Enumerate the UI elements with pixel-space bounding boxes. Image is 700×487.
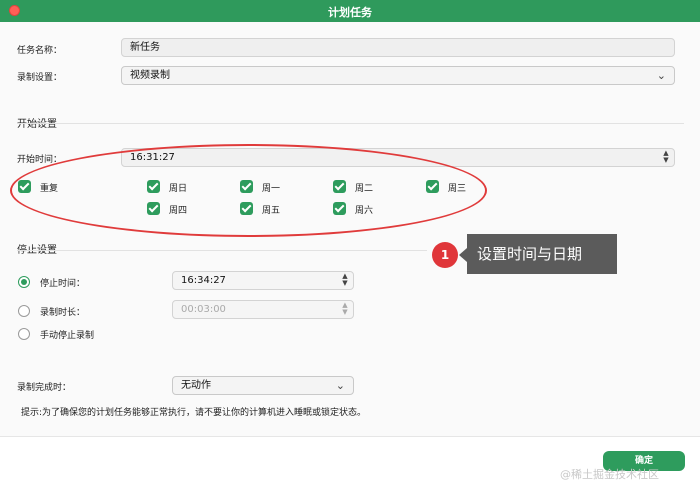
- task-name-input[interactable]: 新任务: [121, 38, 675, 57]
- day-label-sun: 周日: [169, 184, 188, 194]
- duration-label: 录制时长：: [40, 308, 86, 318]
- divider: [17, 250, 427, 251]
- stepper-down-icon[interactable]: ▼: [662, 157, 670, 164]
- record-setting-label: 录制设置：: [17, 73, 63, 83]
- repeat-label: 重复: [40, 184, 59, 194]
- duration-value: 00:03:00: [181, 304, 226, 315]
- day-label-fri: 周五: [262, 206, 281, 216]
- stepper-down-icon[interactable]: ▼: [341, 280, 349, 287]
- record-setting-select[interactable]: 视频录制 ⌄: [121, 66, 675, 85]
- stop-section-title: 停止设置: [17, 241, 57, 256]
- day-label-sat: 周六: [355, 206, 374, 216]
- repeat-checkbox[interactable]: [18, 180, 31, 193]
- day-checkbox-thu[interactable]: [147, 202, 160, 215]
- day-checkbox-sun[interactable]: [147, 180, 160, 193]
- after-record-select[interactable]: 无动作 ⌄: [172, 376, 354, 395]
- window-title: 计划任务: [328, 6, 372, 19]
- stop-time-radio[interactable]: [18, 276, 30, 288]
- watermark: @稀土掘金技术社区: [560, 468, 659, 481]
- stop-time-label: 停止时间：: [40, 279, 86, 289]
- callout-text: 设置时间与日期: [467, 234, 617, 274]
- after-record-label: 录制完成时：: [17, 383, 72, 393]
- stop-time-input[interactable]: 16:34:27 ▲ ▼: [172, 271, 354, 290]
- stepper-down-icon[interactable]: ▼: [341, 309, 349, 316]
- title-bar: 计划任务: [0, 0, 700, 22]
- manual-stop-radio[interactable]: [18, 328, 30, 340]
- stop-time-value: 16:34:27: [181, 275, 226, 286]
- duration-stepper[interactable]: ▲ ▼: [341, 302, 349, 317]
- chevron-down-icon: ⌄: [656, 69, 666, 82]
- after-record-value: 无动作: [181, 380, 211, 391]
- day-checkbox-mon[interactable]: [240, 180, 253, 193]
- day-label-tue: 周二: [355, 184, 374, 194]
- manual-stop-label: 手动停止录制: [40, 331, 95, 341]
- tip-text: 提示:为了确保您的计划任务能够正常执行，请不要让你的计算机进入睡眠或锁定状态。: [21, 408, 367, 418]
- callout-arrow: [459, 248, 467, 262]
- start-time-label: 开始时间：: [17, 155, 63, 165]
- day-checkbox-fri[interactable]: [240, 202, 253, 215]
- stop-time-stepper[interactable]: ▲ ▼: [341, 273, 349, 288]
- day-checkbox-sat[interactable]: [333, 202, 346, 215]
- start-time-value: 16:31:27: [130, 152, 175, 163]
- day-checkbox-tue[interactable]: [333, 180, 346, 193]
- day-label-thu: 周四: [169, 206, 188, 216]
- task-name-label: 任务名称：: [17, 46, 63, 56]
- start-time-input[interactable]: 16:31:27 ▲ ▼: [121, 148, 675, 167]
- chevron-down-icon: ⌄: [335, 379, 345, 392]
- start-time-stepper[interactable]: ▲ ▼: [662, 150, 670, 165]
- duration-input[interactable]: 00:03:00 ▲ ▼: [172, 300, 354, 319]
- duration-radio[interactable]: [18, 305, 30, 317]
- divider: [17, 123, 684, 124]
- record-setting-value: 视频录制: [130, 70, 170, 81]
- day-label-wed: 周三: [448, 184, 467, 194]
- callout-number-badge: 1: [432, 242, 458, 268]
- day-label-mon: 周一: [262, 184, 281, 194]
- day-checkbox-wed[interactable]: [426, 180, 439, 193]
